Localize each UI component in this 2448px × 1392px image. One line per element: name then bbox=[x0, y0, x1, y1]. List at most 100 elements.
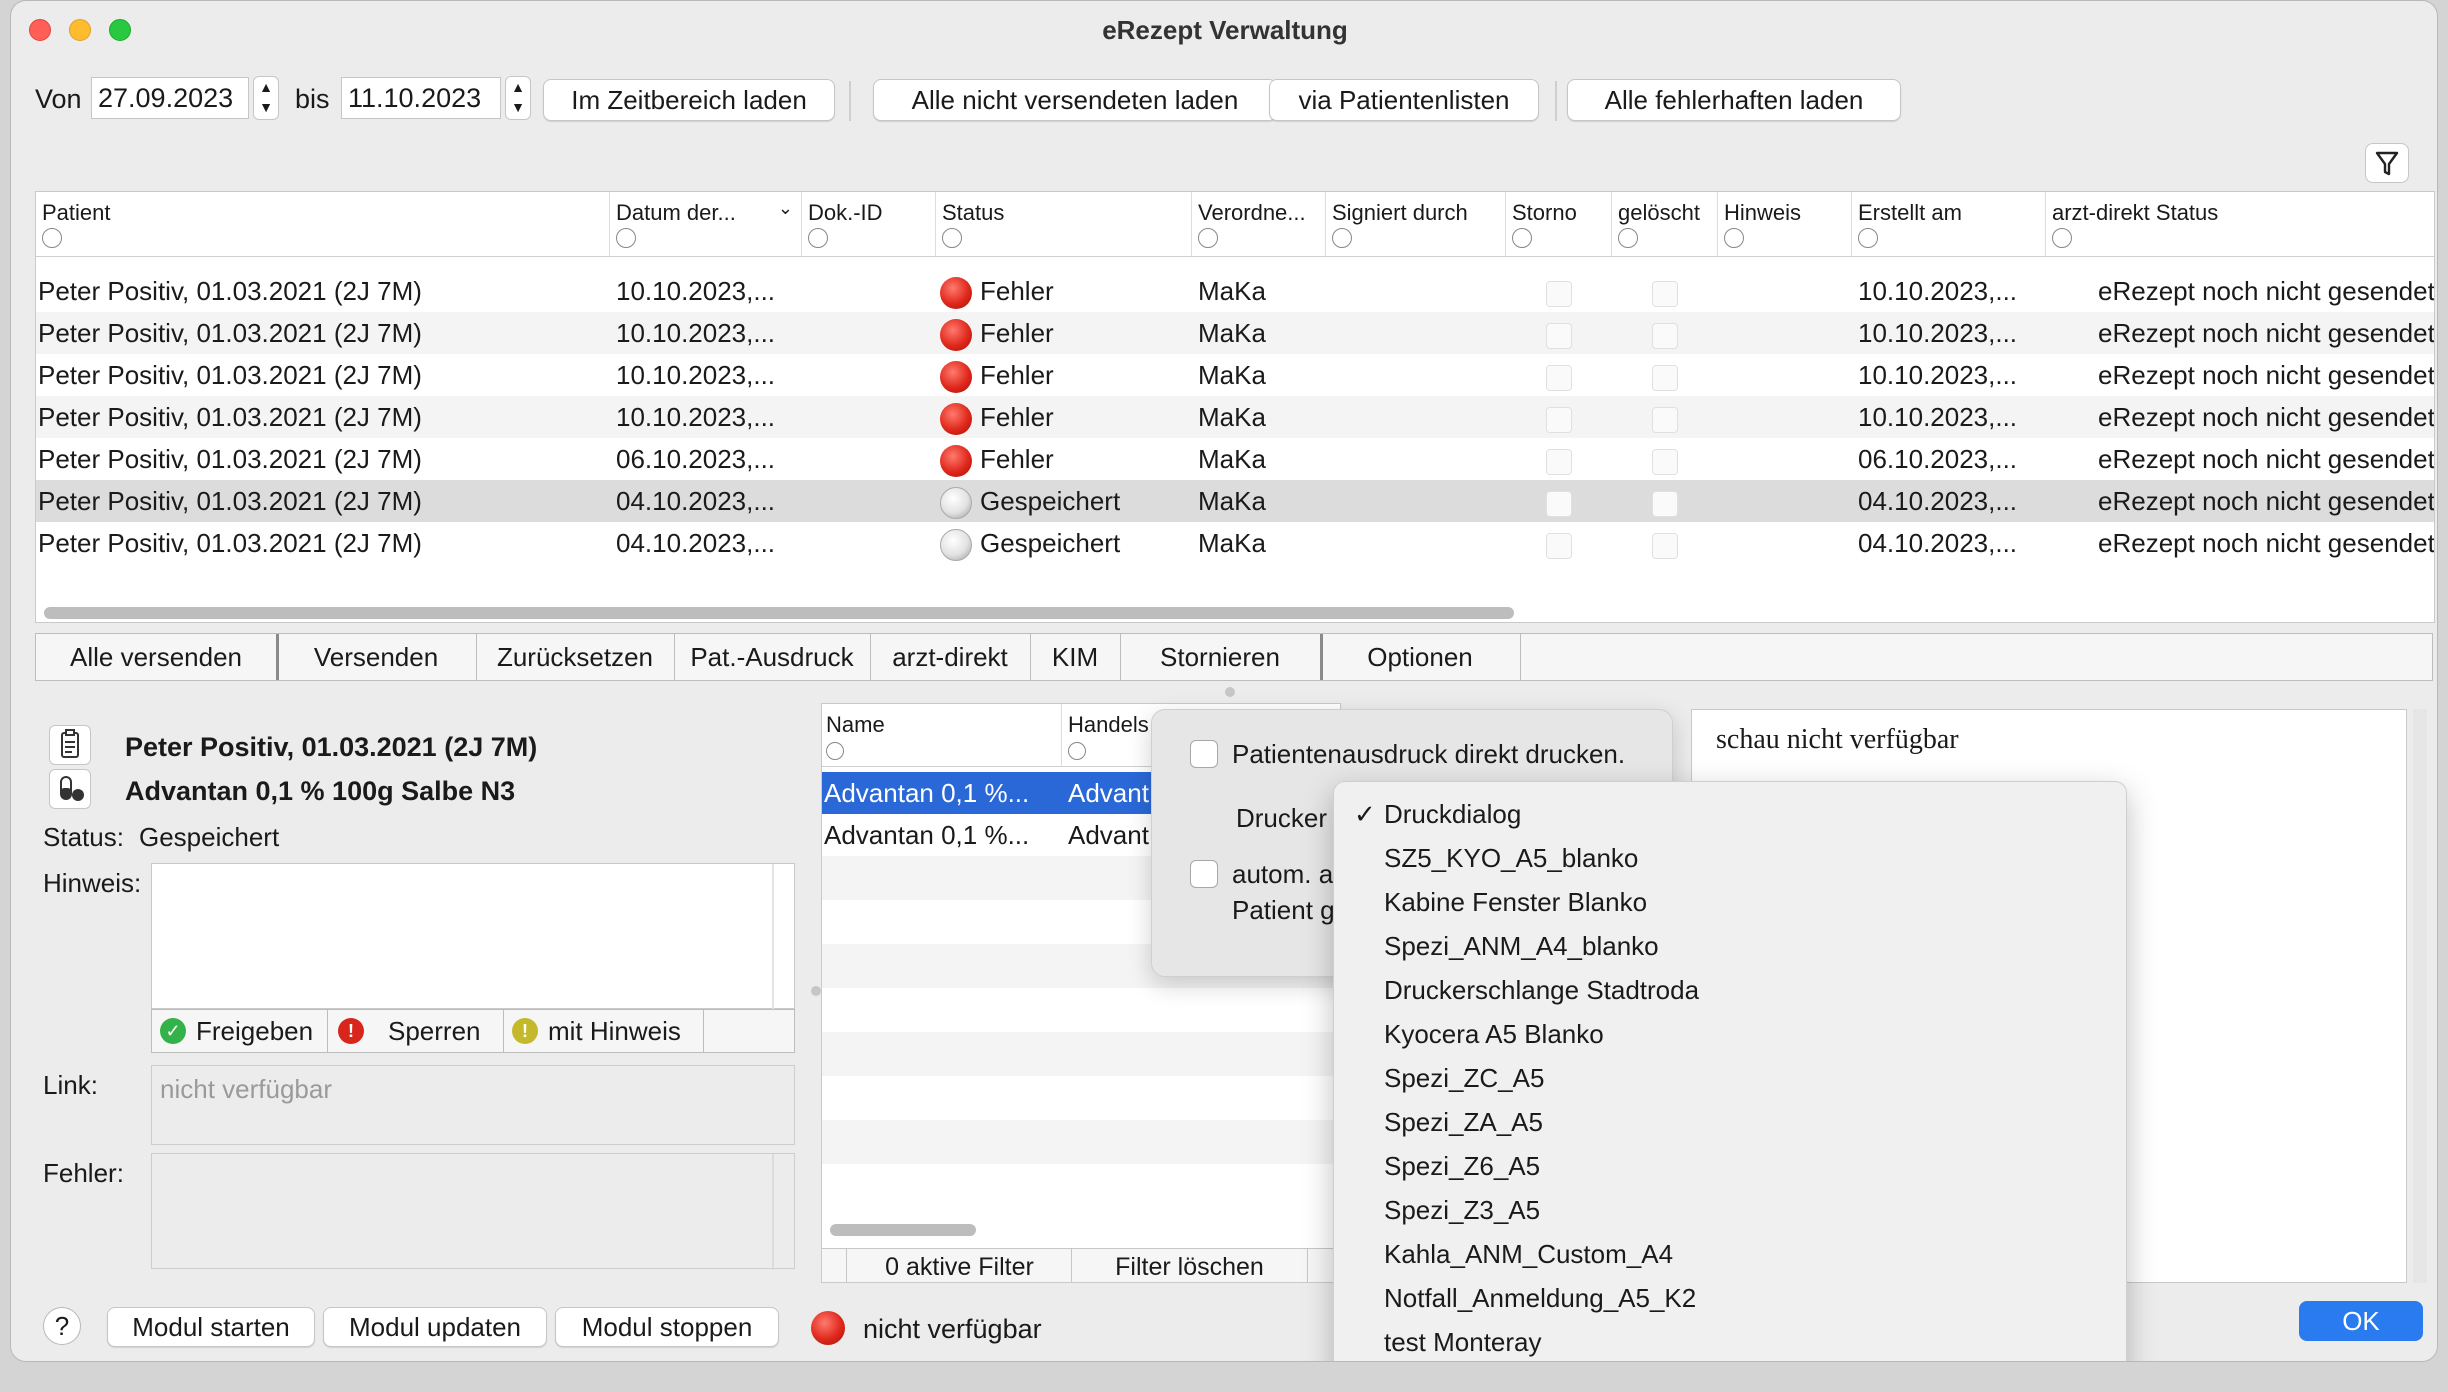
von-date-field[interactable]: 27.09.2023 bbox=[91, 77, 249, 119]
storno-checkbox[interactable] bbox=[1546, 281, 1572, 307]
column-filter-icon[interactable] bbox=[1512, 228, 1532, 248]
direct-print-checkbox[interactable] bbox=[1190, 740, 1218, 768]
deleted-checkbox[interactable] bbox=[1652, 281, 1678, 307]
module-stop-button[interactable]: Modul stoppen bbox=[555, 1307, 779, 1347]
printer-menu-item[interactable]: Spezi_ZC_A5 bbox=[1384, 1056, 1544, 1100]
kim-button[interactable]: KIM bbox=[1030, 634, 1121, 680]
col-header-storno[interactable]: Storno bbox=[1506, 192, 1612, 256]
deleted-checkbox[interactable] bbox=[1652, 407, 1678, 433]
storno-checkbox[interactable] bbox=[1546, 491, 1572, 517]
printer-menu-item[interactable]: Kabine Fenster Blanko bbox=[1384, 880, 1647, 924]
module-update-button[interactable]: Modul updaten bbox=[323, 1307, 547, 1347]
med-table-scrollbar[interactable] bbox=[830, 1224, 976, 1236]
printer-menu-item[interactable]: Spezi_ZA_A5 bbox=[1384, 1100, 1543, 1144]
table-row[interactable]: Peter Positiv, 01.03.2021 (2J 7M) 04.10.2… bbox=[36, 480, 2434, 522]
column-filter-icon[interactable] bbox=[1858, 228, 1878, 248]
storno-checkbox[interactable] bbox=[1546, 365, 1572, 391]
col-header-erstellt[interactable]: Erstellt am bbox=[1852, 192, 2046, 256]
cell-erstellt: 04.10.2023,... bbox=[1858, 486, 2018, 516]
column-filter-icon[interactable] bbox=[808, 228, 828, 248]
col-header-verordner[interactable]: Verordne... bbox=[1192, 192, 1326, 256]
med-col-header-name[interactable]: Name bbox=[822, 704, 1062, 766]
bis-date-field[interactable]: 11.10.2023 bbox=[341, 77, 501, 119]
table-horizontal-scrollbar[interactable] bbox=[44, 607, 1514, 619]
send-all-button[interactable]: Alle versenden bbox=[36, 634, 279, 680]
filter-button[interactable] bbox=[2365, 143, 2409, 183]
printer-menu-item[interactable]: Spezi_Z6_A5 bbox=[1384, 1144, 1540, 1188]
preview-scroll-track[interactable] bbox=[2413, 709, 2427, 1283]
cell-patient: Peter Positiv, 01.03.2021 (2J 7M) bbox=[38, 486, 422, 516]
table-row[interactable]: Peter Positiv, 01.03.2021 (2J 7M) 04.10.2… bbox=[36, 522, 2434, 564]
printer-menu-item[interactable]: Druckerschlange Stadtroda bbox=[1384, 968, 1699, 1012]
table-row[interactable]: Peter Positiv, 01.03.2021 (2J 7M) 10.10.2… bbox=[36, 270, 2434, 312]
col-header-status[interactable]: Status bbox=[936, 192, 1192, 256]
table-row[interactable]: Peter Positiv, 01.03.2021 (2J 7M) 10.10.2… bbox=[36, 354, 2434, 396]
reset-button[interactable]: Zurücksetzen bbox=[476, 634, 675, 680]
von-date-stepper[interactable]: ▲ ▼ bbox=[253, 76, 279, 120]
table-row[interactable]: Peter Positiv, 01.03.2021 (2J 7M) 10.10.2… bbox=[36, 312, 2434, 354]
column-filter-icon[interactable] bbox=[1724, 228, 1744, 248]
storno-checkbox[interactable] bbox=[1546, 323, 1572, 349]
patient-print-button[interactable]: Pat.-Ausdruck bbox=[674, 634, 871, 680]
clipboard-button[interactable] bbox=[49, 725, 91, 765]
bis-date-stepper[interactable]: ▲ ▼ bbox=[505, 76, 531, 120]
printer-menu-item[interactable]: Druckdialog bbox=[1384, 792, 1521, 836]
via-patient-lists-button[interactable]: via Patientenlisten bbox=[1269, 79, 1539, 121]
deleted-checkbox[interactable] bbox=[1652, 533, 1678, 559]
col-header-dok-id[interactable]: Dok.-ID bbox=[802, 192, 936, 256]
column-filter-icon[interactable] bbox=[1618, 228, 1638, 248]
printer-menu-item[interactable]: Spezi_Z3_A5 bbox=[1384, 1188, 1540, 1232]
printer-menu-item[interactable]: SZ5_KYO_A5_blanko bbox=[1384, 836, 1638, 880]
table-row[interactable]: Peter Positiv, 01.03.2021 (2J 7M) 10.10.2… bbox=[36, 396, 2434, 438]
deleted-checkbox[interactable] bbox=[1652, 491, 1678, 517]
split-handle[interactable] bbox=[811, 986, 821, 996]
column-filter-icon[interactable] bbox=[942, 228, 962, 248]
cell-status: Fehler bbox=[940, 438, 1190, 480]
load-faulty-button[interactable]: Alle fehlerhaften laden bbox=[1567, 79, 1901, 121]
with-note-button[interactable]: ! mit Hinweis bbox=[504, 1010, 704, 1052]
printer-menu-item[interactable]: Kyocera A5 Blanko bbox=[1384, 1012, 1604, 1056]
storno-checkbox[interactable] bbox=[1546, 407, 1572, 433]
cell-verordner: MaKa bbox=[1198, 444, 1266, 474]
auto-checkbox[interactable] bbox=[1190, 860, 1218, 888]
send-button[interactable]: Versenden bbox=[276, 634, 477, 680]
help-button[interactable]: ? bbox=[43, 1307, 81, 1345]
cancel-prescription-button[interactable]: Stornieren bbox=[1120, 634, 1323, 680]
col-header-arzt-direkt[interactable]: arzt-direkt Status bbox=[2046, 192, 2434, 256]
deleted-checkbox[interactable] bbox=[1652, 323, 1678, 349]
column-filter-icon[interactable] bbox=[826, 742, 844, 760]
col-header-datum[interactable]: Datum der... ⌄ bbox=[610, 192, 802, 256]
block-button[interactable]: ! Sperren bbox=[328, 1010, 504, 1052]
printer-menu-item[interactable]: Notfall_Anmeldung_A5_K2 bbox=[1384, 1276, 1696, 1320]
col-header-signiert[interactable]: Signiert durch bbox=[1326, 192, 1506, 256]
printer-menu-item[interactable]: Kahla_ANM_Custom_A4 bbox=[1384, 1232, 1673, 1276]
table-row[interactable]: Peter Positiv, 01.03.2021 (2J 7M) 06.10.2… bbox=[36, 438, 2434, 480]
col-header-geloescht[interactable]: gelöscht bbox=[1612, 192, 1718, 256]
column-filter-icon[interactable] bbox=[1198, 228, 1218, 248]
ok-button[interactable]: OK bbox=[2299, 1301, 2423, 1341]
printer-menu-item[interactable]: Spezi_ANM_A4_blanko bbox=[1384, 924, 1659, 968]
column-filter-icon[interactable] bbox=[1068, 742, 1086, 760]
load-time-range-button[interactable]: Im Zeitbereich laden bbox=[543, 79, 835, 121]
clear-filter-button[interactable]: Filter löschen bbox=[1072, 1249, 1308, 1282]
split-handle[interactable] bbox=[1225, 687, 1235, 697]
deleted-checkbox[interactable] bbox=[1652, 365, 1678, 391]
column-filter-icon[interactable] bbox=[1332, 228, 1352, 248]
col-header-hinweis[interactable]: Hinweis bbox=[1718, 192, 1852, 256]
deleted-checkbox[interactable] bbox=[1652, 449, 1678, 475]
storno-checkbox[interactable] bbox=[1546, 533, 1572, 559]
hinweis-textarea[interactable] bbox=[151, 863, 795, 1010]
printer-menu-item[interactable]: test Monteray bbox=[1384, 1320, 1542, 1361]
arzt-direkt-button[interactable]: arzt-direkt bbox=[870, 634, 1031, 680]
column-filter-icon[interactable] bbox=[42, 228, 62, 248]
column-filter-icon[interactable] bbox=[2052, 228, 2072, 248]
options-button[interactable]: Optionen bbox=[1320, 634, 1521, 680]
module-start-button[interactable]: Modul starten bbox=[107, 1307, 315, 1347]
col-header-patient[interactable]: Patient bbox=[36, 192, 610, 256]
link-field[interactable]: nicht verfügbar bbox=[151, 1065, 795, 1145]
storno-checkbox[interactable] bbox=[1546, 449, 1572, 475]
load-unsent-button[interactable]: Alle nicht versendeten laden bbox=[873, 79, 1277, 121]
column-filter-icon[interactable] bbox=[616, 228, 636, 248]
release-button[interactable]: ✓ Freigeben bbox=[152, 1010, 328, 1052]
medication-button[interactable] bbox=[49, 769, 91, 809]
